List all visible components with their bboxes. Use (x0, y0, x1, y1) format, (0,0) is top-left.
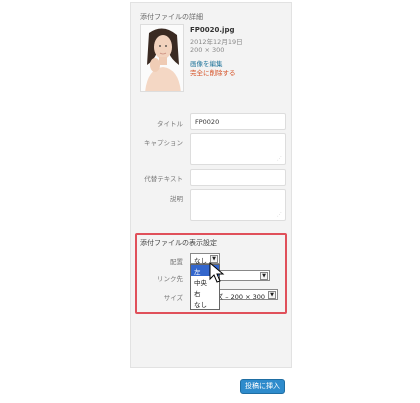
description-label: 説明 (170, 195, 183, 203)
display-settings-title: 添付ファイルの表示設定 (140, 239, 217, 247)
resize-grip-icon[interactable]: ⋰ (277, 212, 282, 218)
resize-grip-icon[interactable]: ⋰ (277, 156, 282, 162)
alignment-label: 配置 (170, 258, 183, 266)
size-value: ズ – 200 × 300 (216, 293, 265, 301)
alt-text-input[interactable] (190, 169, 286, 186)
size-label: サイズ (163, 294, 183, 302)
insert-into-post-button[interactable]: 投稿に挿入 (240, 379, 285, 394)
image-dimensions: 200 × 300 (190, 46, 225, 54)
align-option-right[interactable]: 右 (191, 287, 219, 298)
title-label: タイトル (157, 120, 183, 128)
attachment-details-title: 添付ファイルの詳細 (140, 13, 203, 21)
portrait-image (141, 25, 183, 91)
align-option-none[interactable]: なし (191, 298, 219, 309)
upload-date: 2012年12月19日 (190, 38, 243, 46)
caption-textarea[interactable]: ⋰ (190, 133, 286, 165)
chevron-down-icon[interactable]: ▼ (268, 291, 276, 299)
pointer-cursor-icon (209, 262, 225, 283)
caption-label: キャプション (144, 139, 183, 147)
title-input[interactable] (190, 113, 286, 130)
link-to-label: リンク先 (157, 275, 183, 283)
chevron-down-icon[interactable]: ▼ (260, 272, 268, 280)
file-name: FP0020.jpg (190, 26, 235, 34)
alt-text-label: 代替テキスト (144, 175, 183, 183)
attachment-thumbnail (140, 24, 184, 92)
description-textarea[interactable]: ⋰ (190, 189, 286, 221)
delete-permanently-link[interactable]: 完全に削除する (190, 67, 236, 77)
